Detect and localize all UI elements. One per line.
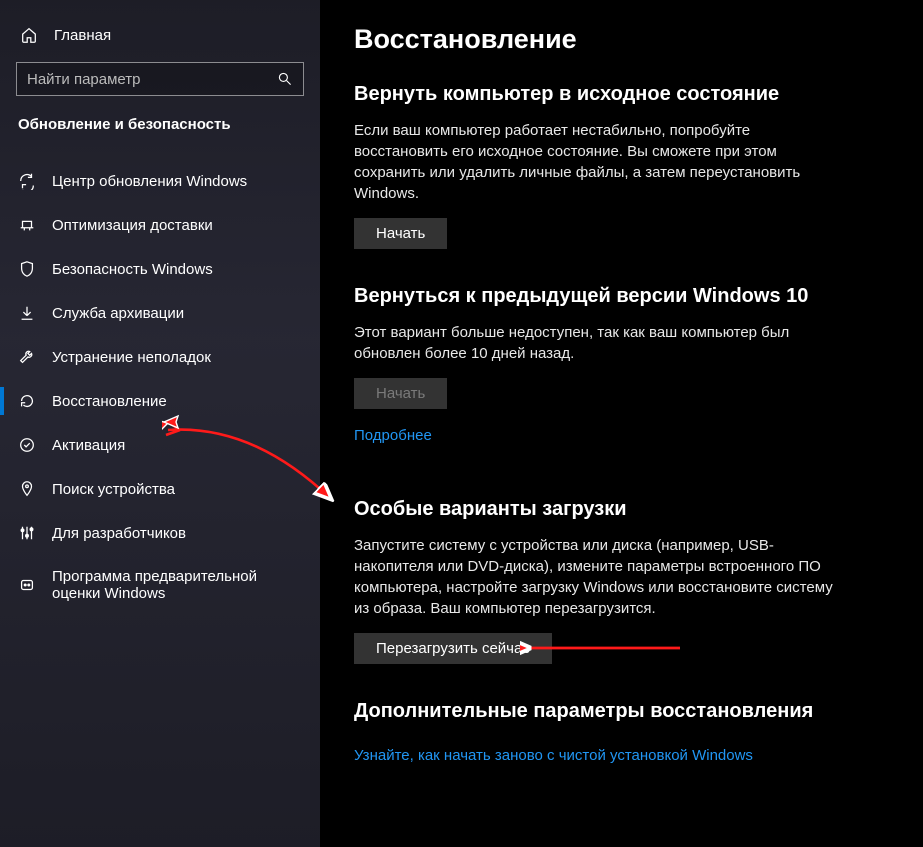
- nav-recovery[interactable]: Восстановление: [0, 379, 320, 423]
- nav-insider-program[interactable]: Программа предварительной оценки Windows: [0, 555, 320, 615]
- nav-windows-update[interactable]: Центр обновления Windows: [0, 159, 320, 203]
- section-heading-goback: Вернуться к предыдущей версии Windows 10: [354, 285, 891, 308]
- reset-start-button[interactable]: Начать: [354, 218, 447, 249]
- backup-icon: [18, 304, 36, 322]
- insider-icon: [18, 576, 36, 594]
- section-body-goback: Этот вариант больше недоступен, так как …: [354, 322, 834, 364]
- home-icon: [20, 26, 38, 44]
- nav-for-developers[interactable]: Для разработчиков: [0, 511, 320, 555]
- search-input[interactable]: [27, 71, 277, 88]
- location-icon: [18, 480, 36, 498]
- nav-item-label: Служба архивации: [52, 305, 184, 322]
- recovery-icon: [18, 392, 36, 410]
- nav-find-device[interactable]: Поиск устройства: [0, 467, 320, 511]
- nav-activation[interactable]: Активация: [0, 423, 320, 467]
- nav-item-label: Оптимизация доставки: [52, 217, 213, 234]
- nav-item-label: Устранение неполадок: [52, 349, 211, 366]
- nav-item-label: Центр обновления Windows: [52, 173, 247, 190]
- fresh-start-link[interactable]: Узнайте, как начать заново с чистой уста…: [354, 747, 753, 764]
- delivery-icon: [18, 216, 36, 234]
- goback-start-button: Начать: [354, 378, 447, 409]
- sidebar-category-header: Обновление и безопасность: [0, 116, 320, 145]
- section-body-advanced: Запустите систему с устройства или диска…: [354, 535, 834, 619]
- section-heading-reset: Вернуть компьютер в исходное состояние: [354, 83, 891, 106]
- nav-item-label: Восстановление: [52, 393, 167, 410]
- nav-item-label: Программа предварительной оценки Windows: [52, 568, 302, 602]
- nav-list: Центр обновления Windows Оптимизация дос…: [0, 159, 320, 615]
- page-title: Восстановление: [354, 24, 891, 55]
- section-advanced-startup: Особые варианты загрузки Запустите систе…: [354, 498, 891, 664]
- section-heading-more: Дополнительные параметры восстановления: [354, 700, 891, 723]
- section-body-reset: Если ваш компьютер работает нестабильно,…: [354, 120, 834, 204]
- sync-icon: [18, 172, 36, 190]
- nav-troubleshoot[interactable]: Устранение неполадок: [0, 335, 320, 379]
- nav-item-label: Поиск устройства: [52, 481, 175, 498]
- shield-icon: [18, 260, 36, 278]
- nav-home[interactable]: Главная: [0, 20, 320, 62]
- wrench-icon: [18, 348, 36, 366]
- section-reset: Вернуть компьютер в исходное состояние Е…: [354, 83, 891, 249]
- goback-learnmore-link[interactable]: Подробнее: [354, 427, 432, 444]
- search-icon: [277, 71, 293, 87]
- nav-item-label: Безопасность Windows: [52, 261, 213, 278]
- section-goback: Вернуться к предыдущей версии Windows 10…: [354, 285, 891, 470]
- nav-delivery-optimization[interactable]: Оптимизация доставки: [0, 203, 320, 247]
- nav-windows-security[interactable]: Безопасность Windows: [0, 247, 320, 291]
- nav-backup[interactable]: Служба архивации: [0, 291, 320, 335]
- section-heading-advanced: Особые варианты загрузки: [354, 498, 891, 521]
- nav-item-label: Для разработчиков: [52, 525, 186, 542]
- nav-item-label: Активация: [52, 437, 125, 454]
- check-circle-icon: [18, 436, 36, 454]
- settings-content: Восстановление Вернуть компьютер в исход…: [320, 0, 923, 847]
- section-more-recovery: Дополнительные параметры восстановления …: [354, 700, 891, 790]
- sliders-icon: [18, 524, 36, 542]
- settings-sidebar: Главная Обновление и безопасность Центр …: [0, 0, 320, 847]
- restart-now-button[interactable]: Перезагрузить сейчас: [354, 633, 552, 664]
- nav-home-label: Главная: [54, 27, 111, 44]
- search-input-container[interactable]: [16, 62, 304, 96]
